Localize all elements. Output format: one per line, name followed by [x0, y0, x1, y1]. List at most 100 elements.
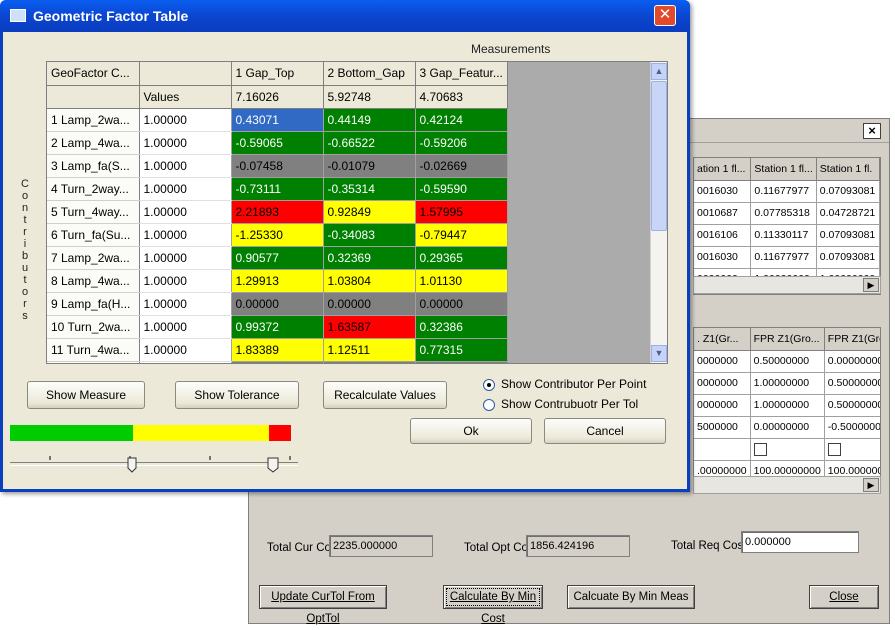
factor-cell[interactable]: -0.02669	[415, 154, 508, 178]
factor-cell[interactable]: -0.66522	[323, 131, 416, 155]
close-icon[interactable]: ✕	[654, 5, 676, 26]
slider-thumb-max[interactable]	[267, 457, 279, 473]
contributor-value[interactable]: 1.00000	[139, 108, 232, 132]
factor-cell[interactable]: -1.25330	[231, 223, 324, 247]
column-header[interactable]: Station 1 fl.	[816, 158, 880, 181]
grid-cell[interactable]: 0000000	[694, 372, 751, 395]
radio-per-tol[interactable]: Show Contrubuotr Per Tol	[483, 397, 638, 411]
contributor-name[interactable]: 6 Turn_fa(Su...	[47, 223, 140, 247]
grid-cell[interactable]	[694, 438, 751, 461]
factor-cell[interactable]: -0.35314	[323, 177, 416, 201]
contributor-name[interactable]: 3 Lamp_fa(S...	[47, 154, 140, 178]
factor-cell[interactable]: 0.99372	[231, 315, 324, 339]
contributor-value[interactable]: 1.00000	[139, 338, 232, 362]
close-icon[interactable]: ×	[863, 123, 881, 139]
factor-cell[interactable]: -0.79447	[415, 223, 508, 247]
factor-cell[interactable]: 1.03804	[323, 269, 416, 293]
column-header[interactable]: 1 Gap_Top	[231, 62, 324, 86]
factor-cell[interactable]: -0.59206	[415, 131, 508, 155]
grid-cell[interactable]: 0000000	[694, 394, 751, 417]
factor-cell[interactable]: 0.00000	[415, 361, 508, 363]
radio-unselected-icon[interactable]	[483, 398, 495, 411]
factor-cell[interactable]: 1.63587	[323, 315, 416, 339]
contributor-name[interactable]: 4 Turn_2way...	[47, 177, 140, 201]
contributor-value[interactable]: 1.00000	[139, 361, 232, 363]
factor-cell[interactable]: 0.42124	[415, 108, 508, 132]
column-header[interactable]: 2 Bottom_Gap	[323, 62, 416, 86]
slider-thumb-min[interactable]	[127, 457, 137, 473]
scroll-down-icon[interactable]: ▼	[651, 345, 667, 362]
factor-cell[interactable]: 0.00000	[323, 361, 416, 363]
factor-cell[interactable]: 1.12511	[323, 338, 416, 362]
grid-cell[interactable]: 0016106	[694, 224, 752, 247]
grid-cell[interactable]: 1.00000000	[750, 394, 825, 417]
radio-selected-icon[interactable]	[483, 378, 495, 391]
cancel-button[interactable]: Cancel	[544, 418, 666, 444]
factor-cell[interactable]: 1.83389	[231, 338, 324, 362]
contributor-value[interactable]: 1.00000	[139, 200, 232, 224]
grid-cell[interactable]: 100.00000000	[750, 460, 825, 476]
factor-cell[interactable]: 0.77315	[415, 338, 508, 362]
grid-cell[interactable]: 0016030	[694, 246, 752, 269]
grid-cell[interactable]: 0.50000000	[824, 372, 880, 395]
column-header[interactable]: 3 Gap_Featur...	[415, 62, 508, 86]
grid-vertical-scrollbar[interactable]: ▲ ▼	[650, 62, 667, 363]
contributor-name[interactable]: 9 Lamp_fa(H...	[47, 292, 140, 316]
grid-cell[interactable]: 0.07093081	[816, 246, 880, 269]
grid-cell[interactable]: 0010687	[694, 202, 752, 225]
calculate-min-cost-button[interactable]: Calculate By Min Cost	[443, 585, 543, 625]
contributor-value[interactable]: 1.00000	[139, 292, 232, 316]
factor-cell[interactable]: 0.00000	[231, 292, 324, 316]
grid-cell[interactable]: 0.07093081	[816, 224, 880, 247]
contributor-name[interactable]: 8 Lamp_4wa...	[47, 269, 140, 293]
column-header[interactable]	[139, 62, 232, 86]
factor-cell[interactable]: -0.34083	[323, 223, 416, 247]
factor-cell[interactable]: 0.32386	[415, 315, 508, 339]
show-tolerance-button[interactable]: Show Tolerance	[175, 381, 299, 409]
factor-cell[interactable]: -0.73111	[231, 177, 324, 201]
grid-cell[interactable]: 0.11677977	[750, 246, 817, 269]
grid-cell[interactable]	[750, 438, 825, 461]
factor-cell[interactable]: 1.01130	[415, 269, 508, 293]
grid-cell[interactable]: 0.04728721	[816, 202, 880, 225]
contributor-value[interactable]: 1.00000	[139, 223, 232, 247]
close-button[interactable]: Close	[809, 585, 879, 609]
grid-cell[interactable]: .00000000	[694, 460, 751, 476]
grid-cell[interactable]: 0000000	[694, 350, 751, 373]
factor-cell[interactable]: 0.00000	[231, 361, 324, 363]
factor-cell[interactable]: 1.57995	[415, 200, 508, 224]
contributor-name[interactable]: 2 Lamp_4wa...	[47, 131, 140, 155]
scroll-right-icon[interactable]: ▶	[863, 278, 879, 292]
contributor-value[interactable]: 1.00000	[139, 315, 232, 339]
contributor-value[interactable]: 1.00000	[139, 246, 232, 270]
grid-cell[interactable]: 0.11330117	[750, 224, 817, 247]
column-header[interactable]: . Z1(Gr...	[694, 328, 751, 351]
contributor-name[interactable]: 10 Turn_2wa...	[47, 315, 140, 339]
grid-cell[interactable]: 0.50000000	[824, 394, 880, 417]
show-measure-button[interactable]: Show Measure	[27, 381, 145, 409]
grid-cell[interactable]: 0.50000000	[750, 350, 825, 373]
grid-cell[interactable]: -0.50000000	[824, 416, 880, 439]
contributor-value[interactable]: 1.00000	[139, 269, 232, 293]
column-header[interactable]: ation 1 fl...	[694, 158, 752, 181]
station-grid-scrollbar[interactable]: ▶	[693, 276, 881, 294]
grid-cell[interactable]: 0.00000000	[750, 416, 825, 439]
ok-button[interactable]: Ok	[410, 418, 532, 444]
grid-cell[interactable]: 1.00000000	[750, 372, 825, 395]
grid-cell[interactable]: 0.07785318	[750, 202, 817, 225]
total-req-cost-input[interactable]: 0.000000	[741, 531, 859, 553]
contributor-value[interactable]: 1.00000	[139, 177, 232, 201]
grid-cell[interactable]	[824, 438, 880, 461]
checkbox[interactable]	[753, 442, 767, 456]
factor-cell[interactable]: -0.59590	[415, 177, 508, 201]
grid-cell[interactable]: 0.07093081	[816, 180, 880, 203]
grid-cell[interactable]: 5000000	[694, 416, 751, 439]
grid-cell[interactable]: 100.0000000	[824, 460, 880, 476]
threshold-slider[interactable]	[10, 452, 300, 476]
factor-cell[interactable]: 0.44149	[323, 108, 416, 132]
factor-cell[interactable]: 0.90577	[231, 246, 324, 270]
scroll-right-icon[interactable]: ▶	[863, 478, 879, 492]
factor-cell[interactable]: -0.59065	[231, 131, 324, 155]
contributor-name[interactable]: 1 Lamp_2wa...	[47, 108, 140, 132]
recalculate-values-button[interactable]: Recalculate Values	[323, 381, 447, 409]
